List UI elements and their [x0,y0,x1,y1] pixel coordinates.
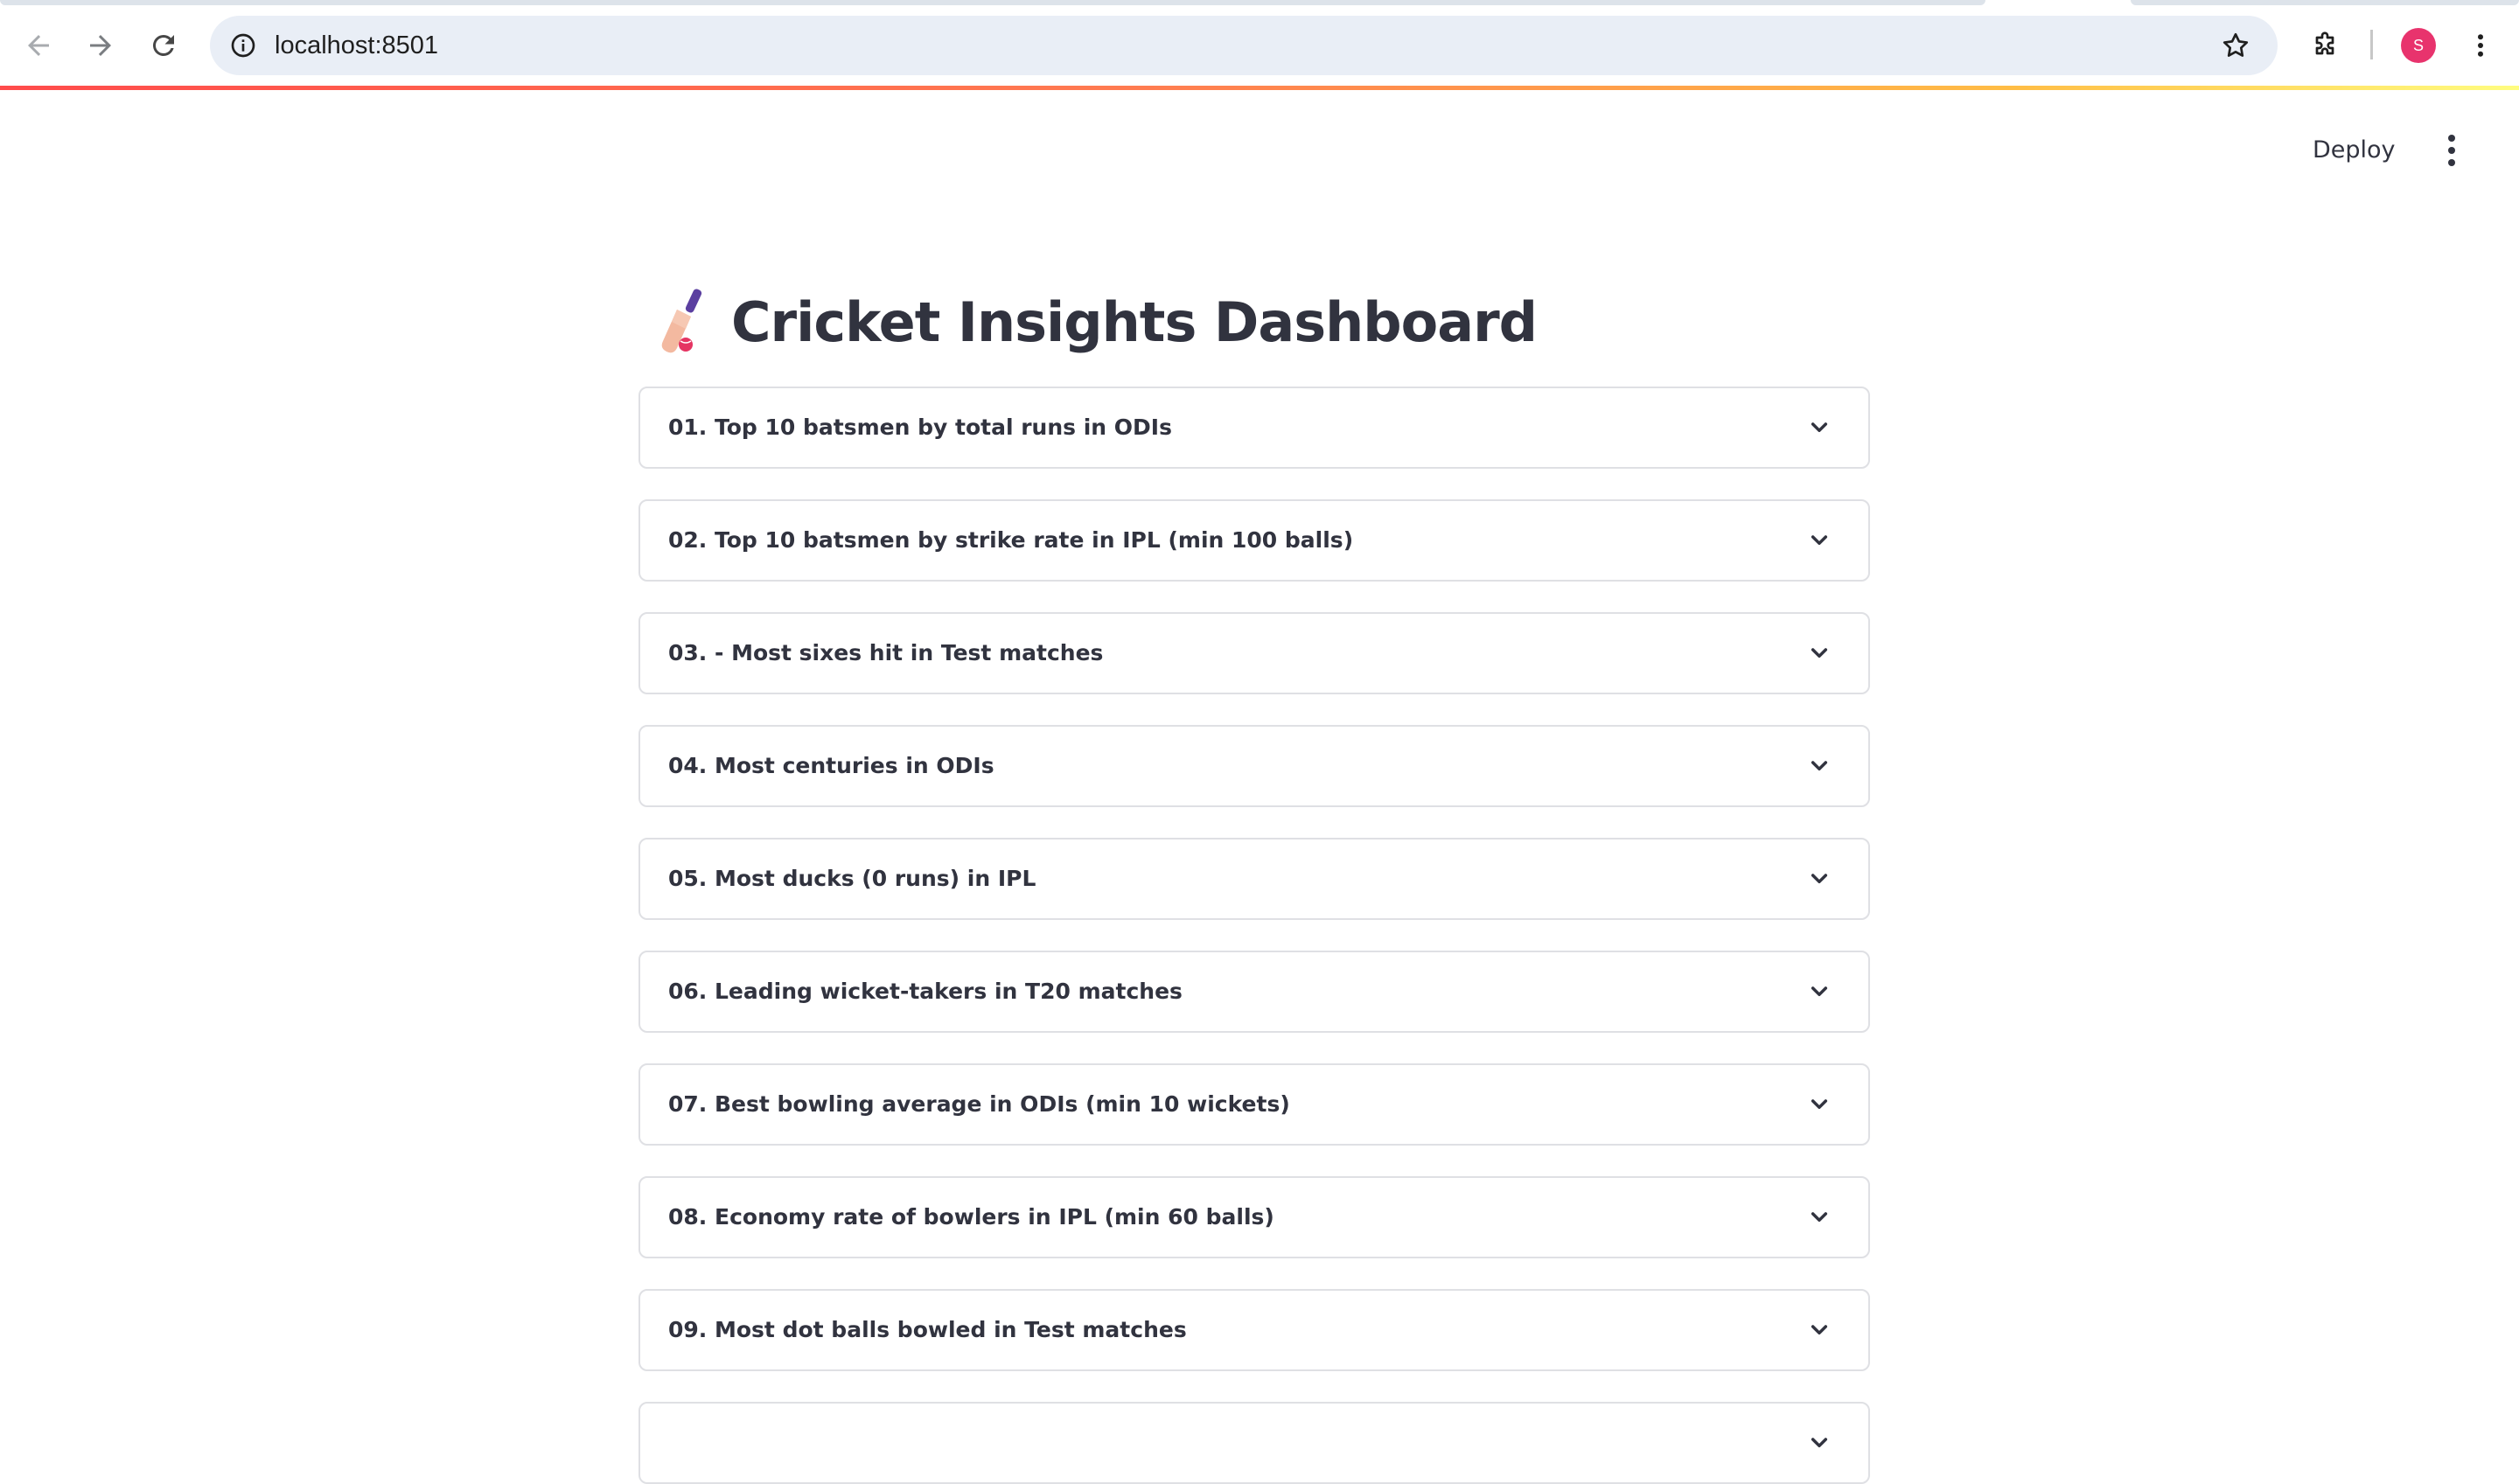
expander-03[interactable]: 03. - Most sixes hit in Test matches [638,612,1870,694]
chevron-down-icon [1811,422,1828,433]
forward-button[interactable] [74,19,127,72]
back-arrow-icon [28,35,49,56]
reload-button[interactable] [137,19,190,72]
expander-02[interactable]: 02. Top 10 batsmen by strike rate in IPL… [638,499,1870,582]
chevron-down-icon [1811,761,1828,771]
expander-01[interactable]: 01. Top 10 batsmen by total runs in ODIs [638,387,1870,469]
expander-label: 02. Top 10 batsmen by strike rate in IPL… [668,527,1354,553]
chevron-down-icon [1811,1325,1828,1335]
back-button[interactable] [12,19,65,72]
tab-strip-segment [0,0,1985,5]
address-bar[interactable]: localhost:8501 [210,16,2278,75]
chevron-down-icon [1811,535,1828,546]
expander-label: 04. Most centuries in ODIs [668,753,994,778]
profile-avatar[interactable]: S [2401,28,2436,63]
chevron-down-icon [1811,986,1828,997]
expander-04[interactable]: 04. Most centuries in ODIs [638,725,1870,807]
chevron-down-icon [1811,874,1828,884]
forward-arrow-icon [90,35,111,56]
app-header-decoration [0,86,2519,90]
tab-strip-segment [2131,0,2519,5]
expander-09[interactable]: 09. Most dot balls bowled in Test matche… [638,1289,1870,1371]
chevron-down-icon [1811,1212,1828,1223]
main-menu-button[interactable] [2437,131,2467,170]
expander-06[interactable]: 06. Leading wicket-takers in T20 matches [638,951,1870,1033]
extensions-button[interactable] [2299,19,2351,72]
expander-label: 01. Top 10 batsmen by total runs in ODIs [668,415,1172,440]
toolbar-separator [2370,30,2373,59]
expander-label: 03. - Most sixes hit in Test matches [668,640,1104,665]
chevron-down-icon [1811,1438,1828,1448]
expander-label: 05. Most ducks (0 runs) in IPL [668,866,1036,891]
expander-label: 08. Economy rate of bowlers in IPL (min … [668,1204,1274,1230]
expander-10[interactable] [638,1402,1870,1484]
kebab-menu-icon [2448,135,2455,166]
url-text[interactable]: localhost:8501 [275,16,438,75]
expander-label: 06. Leading wicket-takers in T20 matches [668,979,1183,1004]
bookmark-star-icon[interactable] [2215,24,2257,66]
browser-menu-icon [2478,34,2483,57]
cricket-bat-icon [661,289,702,353]
expander-07[interactable]: 07. Best bowling average in ODIs (min 10… [638,1063,1870,1146]
deploy-button[interactable]: Deploy [2313,128,2396,173]
extensions-icon [2315,31,2334,55]
tab-strip [0,0,2519,5]
reload-icon [152,34,174,56]
page-title-row: Cricket Insights Dashboard [651,278,1538,366]
site-info-icon[interactable] [222,24,264,66]
expander-05[interactable]: 05. Most ducks (0 runs) in IPL [638,838,1870,920]
expander-label: 07. Best bowling average in ODIs (min 10… [668,1091,1290,1117]
browser-toolbar: localhost:8501 S [0,0,2519,87]
expander-08[interactable]: 08. Economy rate of bowlers in IPL (min … [638,1176,1870,1258]
chevron-down-icon [1811,1099,1828,1110]
page-title: Cricket Insights Dashboard [731,289,1538,354]
chevron-down-icon [1811,648,1828,658]
browser-menu-button[interactable] [2454,19,2507,72]
expander-label: 09. Most dot balls bowled in Test matche… [668,1317,1187,1342]
